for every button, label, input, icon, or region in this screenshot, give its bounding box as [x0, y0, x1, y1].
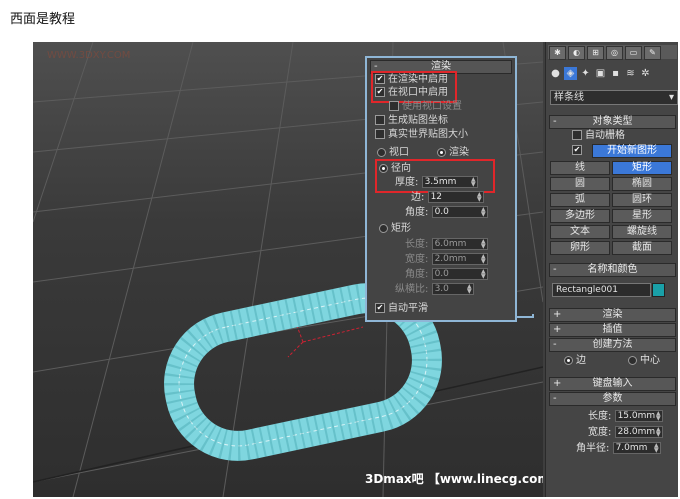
auto-smooth-checkbox[interactable]: ✔ 自动平滑 [375, 302, 428, 315]
rectangle-button[interactable]: 矩形 [612, 161, 672, 175]
start-new-shape-button[interactable]: 开始新图形 [592, 144, 672, 158]
helpers-icon[interactable]: ▪ [609, 67, 622, 80]
param-length-field[interactable]: 长度: 15.0mm ▲ ▼ [588, 410, 663, 423]
center-radio[interactable]: 中心 [628, 354, 660, 367]
radial-angle-field[interactable]: 角度: 0.0 ▲ ▼ [405, 206, 488, 219]
line-button[interactable]: 线 [550, 161, 610, 175]
spacewarps-icon[interactable]: ≋ [624, 67, 637, 80]
sides-field[interactable]: 边: 12 ▲ ▼ [411, 191, 484, 204]
cameras-icon[interactable]: ▣ [594, 67, 607, 80]
arc-button[interactable]: 弧 [550, 193, 610, 207]
auto-grid-checkbox[interactable]: 自动栅格 [572, 129, 625, 142]
watermark-top: WWW.3DXY.COM [47, 50, 131, 61]
3dsmax-screenshot: WWW.3DXY.COM 3Dmax吧 【www.linecg.com/tieb… [33, 42, 678, 497]
rect-angle-field[interactable]: 角度: 0.0 ▲ ▼ [405, 268, 488, 281]
watermark-bottom: 3Dmax吧 【www.linecg.com/tieba/1771】 [365, 472, 543, 486]
page-title: 西面是教程 [10, 12, 76, 27]
ngon-button[interactable]: 多边形 [550, 209, 610, 223]
lights-icon[interactable]: ✦ [579, 67, 592, 80]
create-tab-icon[interactable]: ✱ [549, 46, 566, 60]
command-panel: ✱ ◐ ⊞ ◎ ▭ ✎ ● ◈ ✦ ▣ ▪ ≋ ✲ 样条线 ▾ - 对象类型 自动栅格 ✔ 开始新图形 线… [545, 42, 678, 497]
rect-width-field[interactable]: 宽度: 2.0mm ▲ ▼ [405, 253, 488, 266]
utilities-tab-icon[interactable]: ✎ [644, 46, 661, 60]
real-world-map-checkbox[interactable]: 真实世界贴图大小 [375, 128, 468, 141]
render-rollout-zoom: - 渲染 ✔ 在渲染中启用 ✔ 在视口中启用 使用视口设置 生成贴图坐标 真实世界贴图… [365, 56, 517, 322]
rendering-header[interactable]: + 渲染 [549, 308, 676, 322]
render-radio[interactable]: 渲染 [437, 146, 469, 159]
creation-method-header[interactable]: - 创建方法 [549, 338, 676, 352]
donut-button[interactable]: 圆环 [612, 193, 672, 207]
section-button[interactable]: 截面 [612, 241, 672, 255]
rectangular-radio[interactable]: 矩形 [379, 222, 411, 235]
command-panel-tabs: ✱ ◐ ⊞ ◎ ▭ ✎ [548, 45, 677, 60]
perspective-viewport[interactable]: WWW.3DXY.COM 3Dmax吧 【www.linecg.com/tieb… [33, 42, 543, 497]
circle-button[interactable]: 圆 [550, 177, 610, 191]
keyboard-entry-header[interactable]: + 键盘输入 [549, 377, 676, 391]
helix-button[interactable]: 螺旋线 [612, 225, 672, 239]
chevron-down-icon: ▾ [668, 92, 674, 103]
name-and-color-header[interactable]: - 名称和颜色 [549, 263, 676, 277]
display-tab-icon[interactable]: ▭ [625, 46, 642, 60]
text-button[interactable]: 文本 [550, 225, 610, 239]
start-new-shape-checkbox[interactable]: ✔ [572, 144, 585, 157]
motion-tab-icon[interactable]: ◎ [606, 46, 623, 60]
object-name-field[interactable]: Rectangle001 [552, 283, 651, 297]
use-viewport-settings-checkbox[interactable]: 使用视口设置 [389, 100, 462, 113]
systems-icon[interactable]: ✲ [639, 67, 652, 80]
star-button[interactable]: 星形 [612, 209, 672, 223]
viewport-radio[interactable]: 视口 [377, 146, 409, 159]
create-category-icons: ● ◈ ✦ ▣ ▪ ≋ ✲ [548, 67, 677, 83]
param-corner-radius-field[interactable]: 角半径: 7.0mm ▲ ▼ [576, 442, 661, 455]
shape-type-dropdown[interactable]: 样条线 ▾ [550, 90, 678, 105]
parameters-header[interactable]: - 参数 [549, 392, 676, 406]
edge-radio[interactable]: 边 [564, 354, 586, 367]
modify-tab-icon[interactable]: ◐ [568, 46, 585, 60]
object-type-header[interactable]: - 对象类型 [549, 115, 676, 129]
highlight-box-enable [371, 71, 457, 103]
object-color-swatch[interactable] [652, 283, 665, 297]
param-width-field[interactable]: 宽度: 28.0mm ▲ ▼ [588, 426, 663, 439]
hierarchy-tab-icon[interactable]: ⊞ [587, 46, 604, 60]
shapes-icon[interactable]: ◈ [564, 67, 577, 80]
highlight-box-radial [375, 159, 495, 193]
geometry-icon[interactable]: ● [549, 67, 562, 80]
ellipse-button[interactable]: 椭圆 [612, 177, 672, 191]
aspect-ratio-field[interactable]: 纵横比: 3.0 ▲ ▼ [395, 283, 474, 296]
interpolation-header[interactable]: + 插值 [549, 323, 676, 337]
generate-mapping-checkbox[interactable]: 生成贴图坐标 [375, 114, 448, 127]
egg-button[interactable]: 卵形 [550, 241, 610, 255]
rect-length-field[interactable]: 长度: 6.0mm ▲ ▼ [405, 238, 488, 251]
